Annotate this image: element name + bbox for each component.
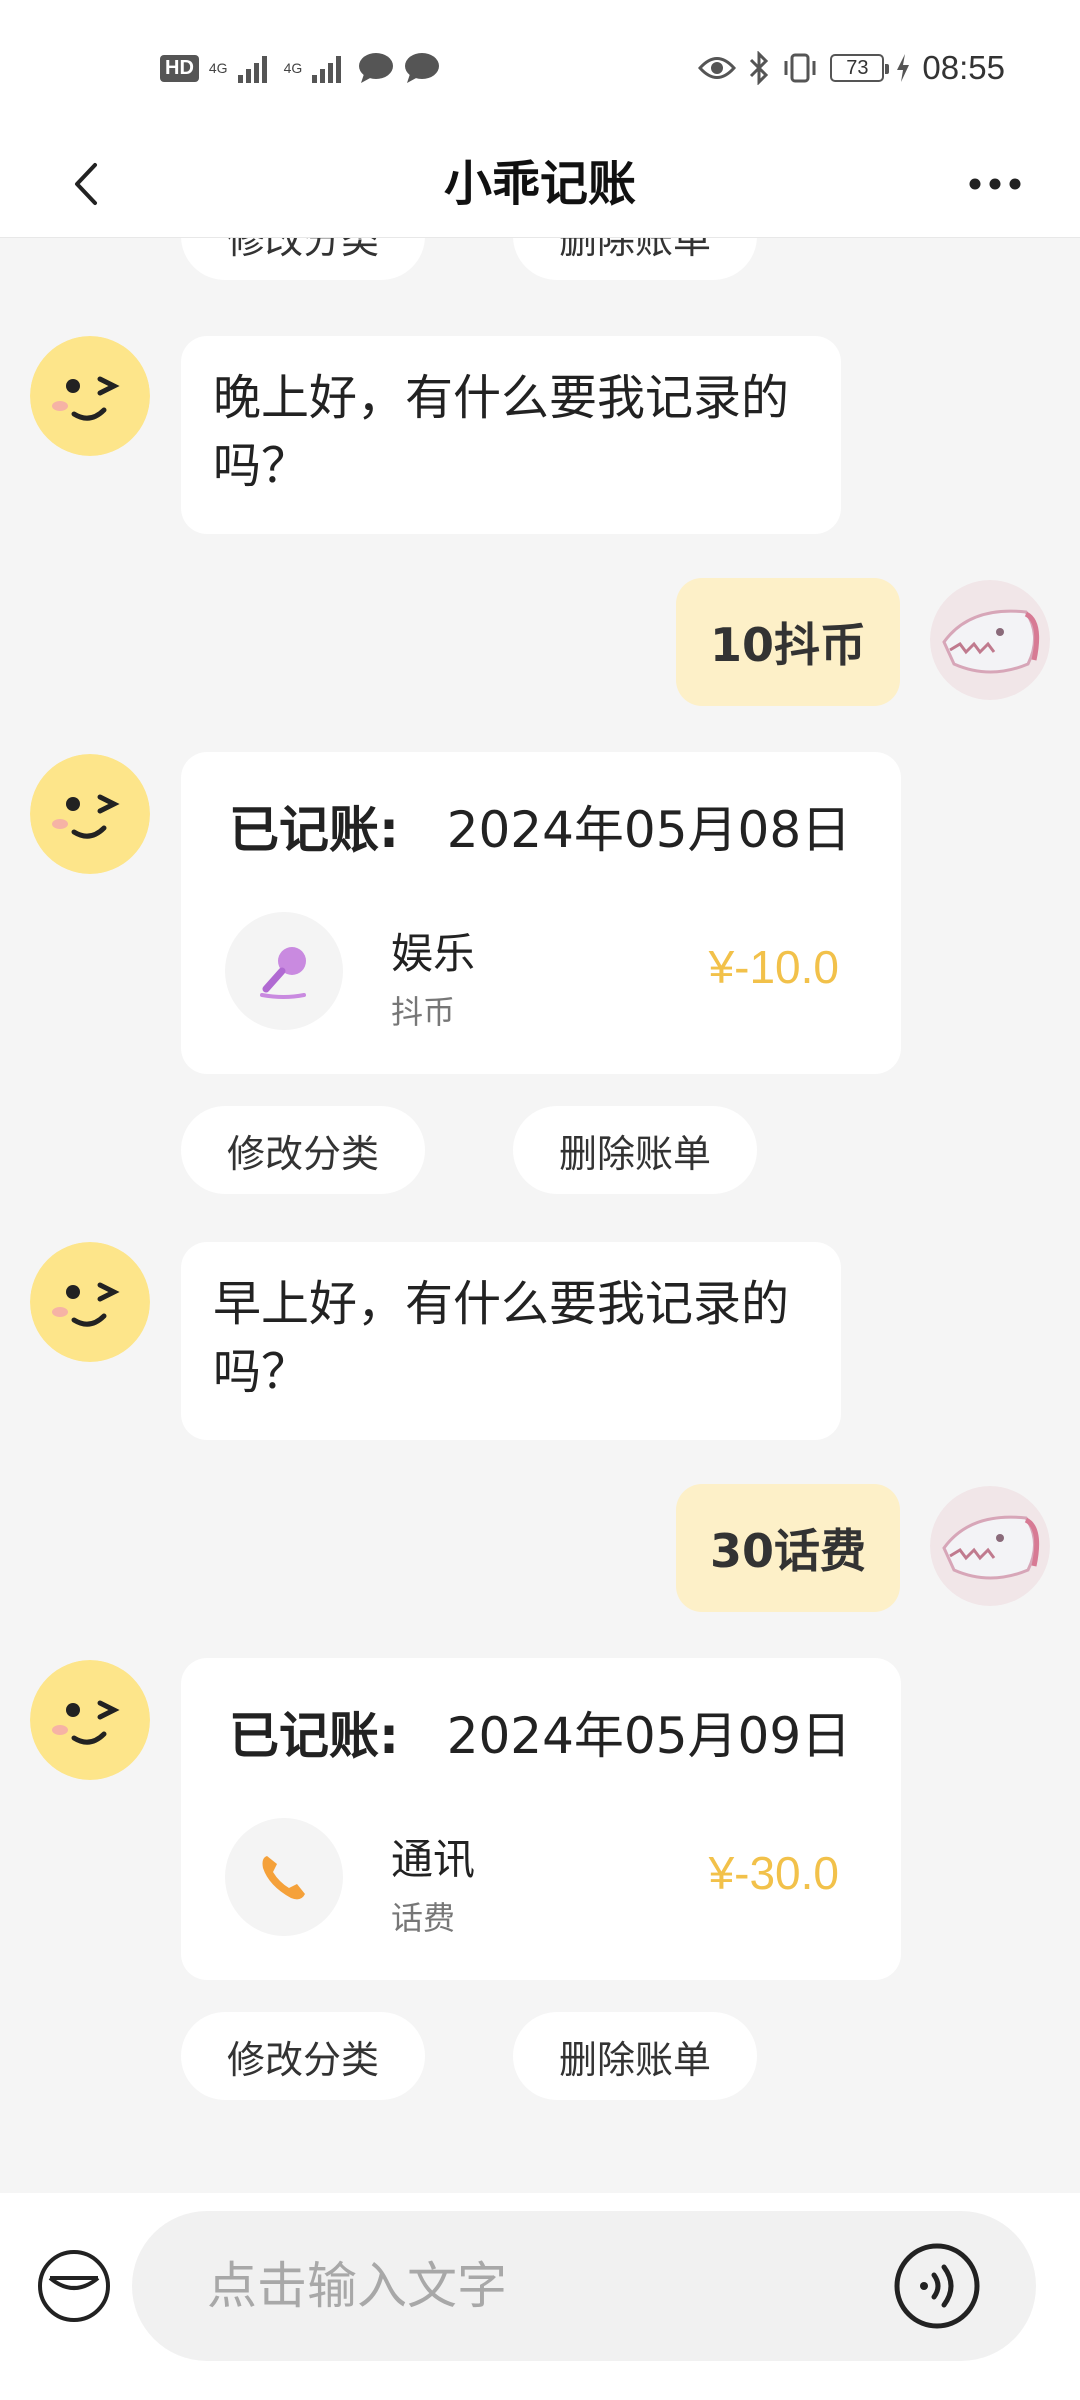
vibrate-icon (784, 53, 816, 83)
record-date: 2024年05月09日 (446, 1707, 852, 1765)
text-input[interactable]: 点击输入文字 (132, 2211, 1036, 2361)
charging-icon (897, 54, 910, 82)
user-message-bubble: 30话费 (676, 1484, 900, 1612)
bill-record-card[interactable]: 已记账: 2024年05月09日 通讯 话费 ¥-30.0 (181, 1658, 901, 1980)
bot-avatar (30, 1242, 150, 1362)
network-type-2: 4G (283, 60, 303, 76)
delete-bill-button[interactable]: 删除账单 (513, 1106, 757, 1194)
more-dots-icon (969, 178, 1021, 190)
record-amount: ¥-10.0 (708, 941, 839, 993)
more-button[interactable] (960, 154, 1030, 214)
battery-indicator: 73 (830, 54, 890, 82)
user-message-bubble: 10抖币 (676, 578, 900, 706)
user-avatar (930, 580, 1050, 700)
record-category: 通讯 (391, 1835, 476, 1884)
bill-record-card[interactable]: 已记账: 2024年05月08日 娱乐 抖币 ¥-10.0 (181, 752, 901, 1074)
status-left: HD 4G 4G (160, 48, 440, 88)
bot-greeting-bubble: 晚上好，有什么要我记录的吗？ (181, 336, 841, 534)
edit-category-button-top[interactable]: 修改分类 (181, 238, 425, 280)
recorded-label: 已记账: (229, 801, 399, 859)
bot-avatar (30, 336, 150, 456)
hd-badge: HD (160, 54, 199, 82)
delete-bill-button-top[interactable]: 删除账单 (513, 238, 757, 280)
voice-icon[interactable] (892, 2241, 982, 2331)
record-header: 已记账: 2024年05月08日 (229, 800, 851, 860)
edit-category-button[interactable]: 修改分类 (181, 1106, 425, 1194)
delete-bill-button[interactable]: 删除账单 (513, 2012, 757, 2100)
signal-icon-2 (312, 56, 342, 83)
category-icon-wrap (225, 912, 343, 1030)
bot-avatar (30, 1660, 150, 1780)
message-icon (359, 53, 394, 83)
status-bar: HD 4G 4G 73 08:55 (0, 0, 1080, 130)
page-title: 小乖记账 (443, 156, 636, 212)
record-note: 抖币 (391, 993, 456, 1031)
record-date: 2024年05月08日 (446, 801, 852, 859)
bot-greeting-bubble: 早上好，有什么要我记录的吗？ (181, 1242, 841, 1440)
input-placeholder: 点击输入文字 (207, 2257, 507, 2315)
phone-icon (262, 1856, 305, 1900)
record-header: 已记账: 2024年05月09日 (229, 1706, 851, 1766)
status-time: 08:55 (922, 49, 1005, 86)
bot-avatar (30, 754, 150, 874)
title-bar: 小乖记账 (0, 130, 1080, 238)
input-bar: 点击输入文字 (0, 2193, 1080, 2400)
record-amount: ¥-30.0 (708, 1847, 839, 1899)
user-avatar (930, 1486, 1050, 1606)
edit-category-button[interactable]: 修改分类 (181, 2012, 425, 2100)
chat-area[interactable]: 修改分类 删除账单 晚上好，有什么要我记录的吗？ 10抖币 已记账: 2024年… (0, 238, 1080, 2193)
wallet-icon[interactable] (36, 2248, 112, 2324)
record-category: 娱乐 (391, 929, 476, 978)
message-icon-2 (405, 53, 440, 83)
bluetooth-icon (750, 51, 769, 85)
status-right: 73 08:55 (698, 48, 1005, 88)
recorded-label: 已记账: (229, 1707, 399, 1765)
network-type-1: 4G (208, 60, 228, 76)
signal-icon (237, 56, 267, 83)
eye-icon (698, 57, 737, 79)
record-note: 话费 (391, 1899, 456, 1937)
microphone-icon (260, 947, 306, 999)
category-icon-wrap (225, 1818, 343, 1936)
